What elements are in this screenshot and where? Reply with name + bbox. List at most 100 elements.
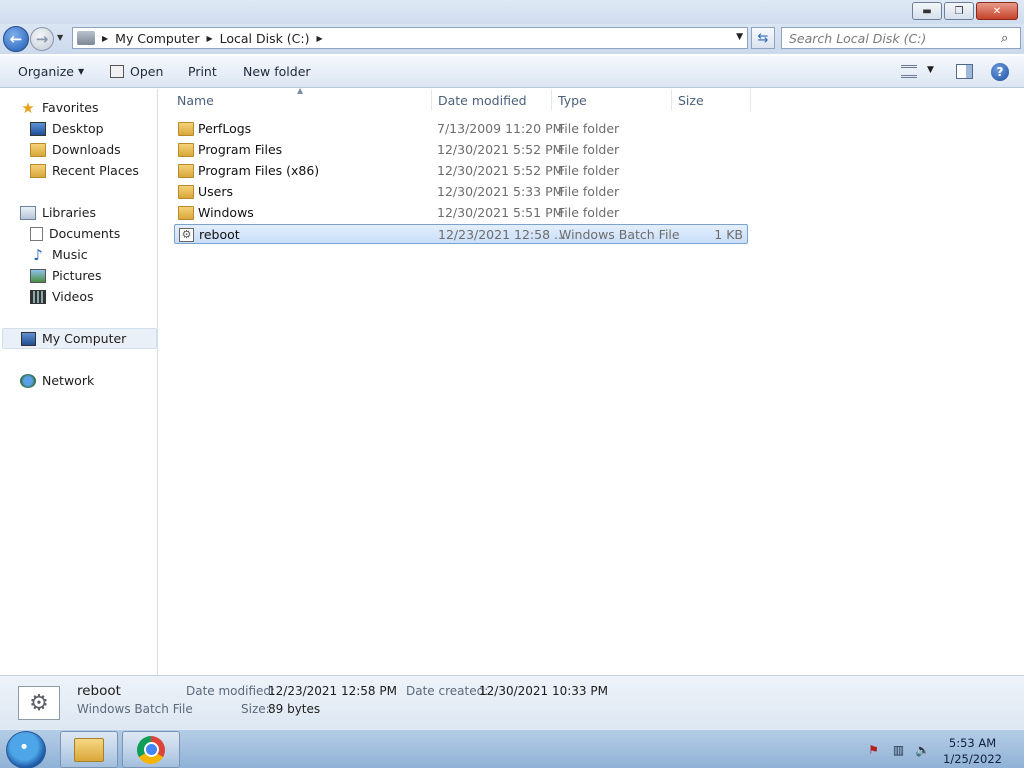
nav-label: Network [42, 373, 95, 388]
nav-favorites[interactable]: ★ Favorites [20, 97, 98, 118]
breadcrumb-local-disk[interactable]: Local Disk (C:) [220, 31, 310, 46]
new-folder-label: New folder [243, 64, 311, 79]
window-controls: ▬ ❐ ✕ [912, 2, 1018, 20]
breadcrumb: ▶ My Computer ▶ Local Disk (C:) ▶ [95, 31, 330, 46]
organize-label: Organize [18, 64, 74, 79]
breadcrumb-chevron-icon[interactable]: ▶ [317, 34, 323, 43]
nav-music[interactable]: ♪ Music [30, 244, 88, 265]
view-options-dropdown[interactable]: ▼ [927, 65, 934, 75]
nav-label: Favorites [42, 100, 99, 115]
address-bar[interactable]: ▶ My Computer ▶ Local Disk (C:) ▶ ▼ [72, 27, 748, 49]
file-row[interactable]: Program Files (x86) 12/30/2021 5:52 PM F… [174, 161, 748, 181]
file-date: 12/30/2021 5:52 PM [437, 163, 564, 178]
nav-label: Music [52, 247, 88, 262]
breadcrumb-my-computer[interactable]: My Computer [115, 31, 199, 46]
minimize-button[interactable]: ▬ [912, 2, 942, 20]
details-size-label: Size: [241, 702, 270, 716]
breadcrumb-chevron-icon[interactable]: ▶ [102, 34, 108, 43]
navigation-pane: ★ Favorites Desktop Downloads Recent Plac… [0, 89, 158, 675]
back-arrow-icon: ← [9, 30, 23, 48]
nav-desktop[interactable]: Desktop [30, 118, 104, 139]
file-row[interactable]: Windows 12/30/2021 5:51 PM File folder [174, 203, 748, 223]
nav-videos[interactable]: Videos [30, 286, 94, 307]
refresh-button[interactable]: ⇆ [751, 27, 775, 49]
action-center-flag-icon[interactable]: ⚑ [866, 742, 881, 757]
new-folder-button[interactable]: New folder [243, 64, 311, 79]
pictures-icon [30, 268, 46, 283]
folder-icon [178, 164, 194, 178]
recent-pages-dropdown[interactable]: ▼ [57, 33, 63, 42]
nav-label: Pictures [52, 268, 102, 283]
computer-icon [21, 331, 36, 346]
file-name: Program Files (x86) [198, 163, 320, 178]
file-type: File folder [558, 163, 620, 178]
file-date: 12/30/2021 5:33 PM [437, 184, 564, 199]
open-button[interactable]: Open [110, 64, 163, 79]
maximize-button[interactable]: ❐ [944, 2, 974, 20]
organize-button[interactable]: Organize ▼ [18, 64, 84, 79]
computer-icon [77, 31, 95, 45]
nav-label: Documents [49, 226, 121, 241]
file-type: File folder [558, 121, 620, 136]
nav-recent-places[interactable]: Recent Places [30, 160, 139, 181]
nav-my-computer[interactable]: My Computer [2, 328, 157, 349]
nav-documents[interactable]: Documents [30, 223, 120, 244]
volume-icon[interactable]: 🔈 [915, 742, 930, 757]
network-icon [20, 373, 36, 388]
forward-arrow-icon: → [35, 30, 49, 48]
file-size: 1 KB [714, 227, 743, 242]
chevron-down-icon: ▼ [78, 67, 85, 76]
details-date-modified: 12/23/2021 12:58 PM [268, 684, 397, 698]
column-header-size[interactable]: Size [672, 89, 751, 111]
file-row[interactable]: Users 12/30/2021 5:33 PM File folder [174, 182, 748, 202]
file-date: 12/30/2021 5:51 PM [437, 205, 564, 220]
column-label: Name [177, 92, 214, 108]
column-label: Size [678, 92, 704, 108]
search-box[interactable]: Search Local Disk (C:) ⌕ [781, 27, 1021, 49]
print-label: Print [188, 64, 217, 79]
nav-label: Libraries [42, 205, 96, 220]
forward-button[interactable]: → [30, 27, 54, 51]
column-header-type[interactable]: Type [552, 89, 672, 111]
search-input[interactable]: Search Local Disk (C:) [782, 31, 1001, 46]
details-date-created: 12/30/2021 10:33 PM [479, 684, 608, 698]
file-row[interactable]: PerfLogs 7/13/2009 11:20 PM File folder [174, 119, 748, 139]
nav-label: Recent Places [52, 163, 139, 178]
file-type: File folder [558, 205, 620, 220]
nav-downloads[interactable]: Downloads [30, 139, 121, 160]
preview-pane-icon[interactable] [956, 64, 973, 79]
address-row: ← → ▼ ▶ My Computer ▶ Local Disk (C:) ▶ … [0, 24, 1024, 54]
batch-file-icon [179, 228, 194, 242]
file-row[interactable]: Program Files 12/30/2021 5:52 PM File fo… [174, 140, 748, 160]
help-icon[interactable]: ? [991, 63, 1009, 81]
nav-label: Videos [52, 289, 94, 304]
network-status-icon[interactable]: ▥ [891, 742, 906, 757]
nav-network[interactable]: Network [20, 370, 94, 391]
details-date-modified-label: Date modified: [186, 684, 276, 698]
file-row-selected[interactable]: reboot 12/23/2021 12:58 ... Windows Batc… [174, 224, 748, 244]
breadcrumb-chevron-icon[interactable]: ▶ [206, 34, 212, 43]
search-icon[interactable]: ⌕ [1001, 31, 1015, 46]
change-view-icon[interactable] [901, 65, 917, 78]
address-history-dropdown[interactable]: ▼ [736, 32, 743, 42]
details-size: 89 bytes [268, 702, 321, 716]
taskbar-explorer-button[interactable] [60, 731, 118, 768]
nav-libraries[interactable]: Libraries [20, 202, 96, 223]
recent-places-icon [30, 163, 46, 178]
start-button[interactable] [6, 731, 46, 768]
open-icon [110, 65, 124, 78]
title-bar: ▬ ❐ ✕ [0, 0, 1024, 26]
star-icon: ★ [21, 98, 35, 117]
system-clock[interactable]: 5:53 AM 1/25/2022 [943, 735, 1002, 767]
back-button[interactable]: ← [3, 26, 29, 52]
file-date: 12/23/2021 12:58 ... [438, 227, 566, 242]
file-name: Windows [198, 205, 254, 220]
file-type: File folder [558, 184, 620, 199]
nav-pictures[interactable]: Pictures [30, 265, 102, 286]
taskbar-chrome-button[interactable] [122, 731, 180, 768]
batch-file-icon: ⚙ [18, 686, 60, 720]
print-button[interactable]: Print [188, 64, 217, 79]
close-button[interactable]: ✕ [976, 2, 1018, 20]
details-file-name: reboot [77, 683, 121, 699]
column-header-date[interactable]: Date modified [432, 89, 552, 111]
